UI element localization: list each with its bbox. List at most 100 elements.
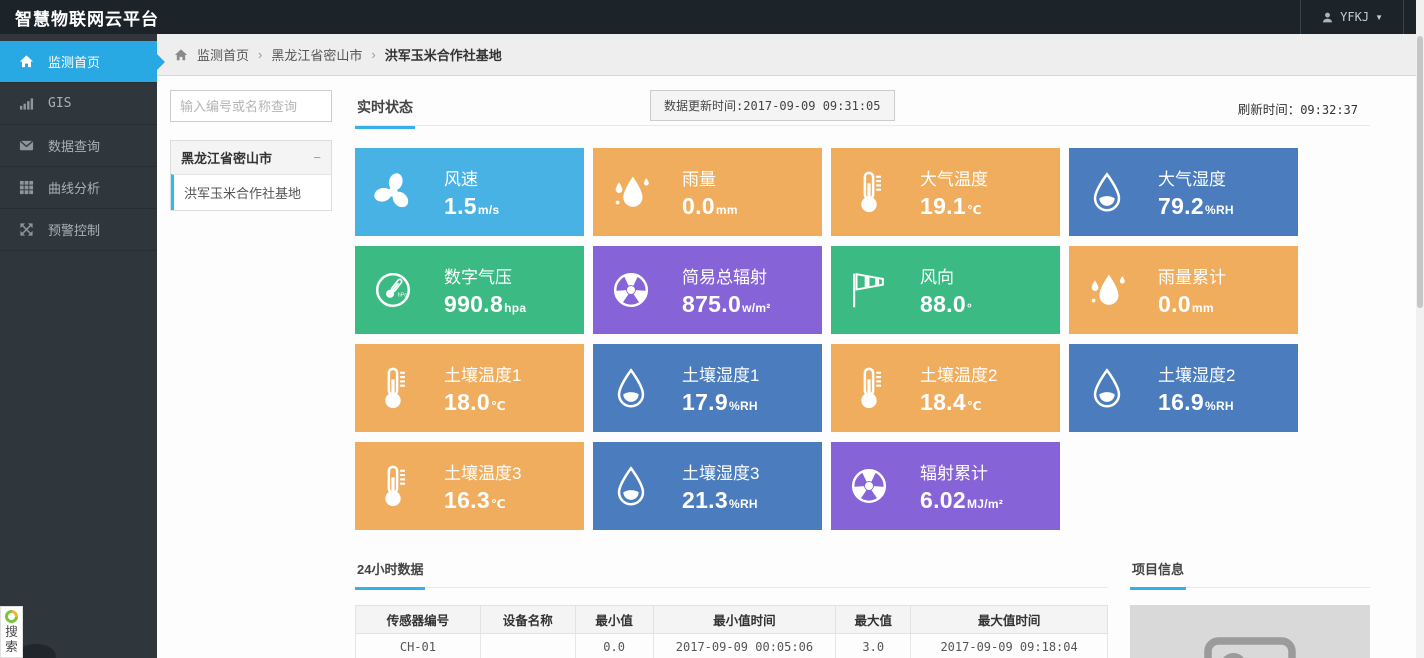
metric-name: 雨量累计	[1158, 263, 1226, 288]
radiation-icon	[608, 267, 654, 313]
search-input[interactable]	[170, 90, 332, 122]
breadcrumb-separator: ›	[371, 47, 375, 62]
metric-card-soil-temp-1: 土壤温度1 18.0℃	[355, 344, 584, 432]
cell-sensor-id: CH-01	[356, 634, 481, 658]
water-drop-icon	[1084, 365, 1130, 411]
water-drop-icon	[1084, 169, 1130, 215]
table-row: CH-01 0.0 2017-09-09 00:05:06 3.0 2017-0…	[356, 634, 1108, 658]
metric-name: 大气湿度	[1158, 165, 1234, 190]
thermometer-icon	[846, 365, 892, 411]
metric-unit: ℃	[491, 497, 506, 511]
water-drop-icon	[608, 365, 654, 411]
sogou-search-widget[interactable]: 搜索	[0, 606, 23, 658]
metric-name: 土壤湿度1	[682, 361, 759, 386]
col-min-value: 最小值	[575, 606, 653, 634]
metric-name: 土壤湿度2	[1158, 361, 1235, 386]
collapse-icon[interactable]: −	[313, 150, 321, 165]
user-name: YFKJ	[1340, 10, 1369, 24]
tab-24h-data[interactable]: 24小时数据	[355, 552, 425, 590]
home-icon	[174, 48, 188, 62]
scrollbar-thumb[interactable]	[1417, 36, 1423, 308]
metric-unit: ℃	[967, 399, 982, 413]
sidebar-item-alert-control[interactable]: 预警控制	[0, 209, 157, 251]
metric-value: 79.2	[1158, 193, 1204, 219]
sidebar-item-label: GIS	[48, 96, 71, 111]
sidebar-item-monitor-home[interactable]: 监测首页	[0, 41, 157, 83]
metric-value: 18.4	[920, 389, 966, 415]
home-icon	[19, 54, 34, 69]
breadcrumb-item-city[interactable]: 黑龙江省密山市	[271, 45, 362, 64]
metric-value: 18.0	[444, 389, 490, 415]
user-icon	[1321, 11, 1334, 24]
metric-name: 辐射累计	[920, 459, 1003, 484]
metric-unit: °	[967, 301, 972, 315]
thermometer-icon	[846, 169, 892, 215]
metric-card-wind-speed: 风速 1.5m/s	[355, 148, 584, 236]
breadcrumb-item-station: 洪军玉米合作社基地	[385, 45, 502, 64]
tree-item-station[interactable]: 洪军玉米合作社基地	[171, 174, 331, 210]
metric-card-soil-humidity-1: 土壤湿度1 17.9%RH	[593, 344, 822, 432]
metric-value: 17.9	[682, 389, 728, 415]
status-tabs: 实时状态 数据更新时间:2017-09-09 09:31:05 刷新时间：09:…	[355, 90, 1370, 126]
metric-unit: %RH	[1205, 203, 1234, 217]
cell-device-name	[480, 634, 575, 658]
sidebar-item-label: 预警控制	[48, 220, 100, 239]
metric-name: 数字气压	[444, 263, 526, 288]
col-max-time: 最大值时间	[911, 606, 1108, 634]
signal-bars-icon	[19, 96, 34, 111]
sidebar-item-label: 监测首页	[48, 52, 100, 71]
breadcrumb-item-home[interactable]: 监测首页	[197, 45, 249, 64]
metric-unit: m/s	[478, 203, 500, 217]
refresh-time-label: 刷新时间：	[1238, 103, 1301, 117]
project-info-panel: 项目信息	[1130, 552, 1370, 658]
sidebar-item-curve-analysis[interactable]: 曲线分析	[0, 167, 157, 209]
metric-card-rainfall-total: 雨量累计 0.0mm	[1069, 246, 1298, 334]
app-header: 智慧物联网云平台 YFKJ ▼	[0, 0, 1424, 34]
cell-min-time: 2017-09-09 00:05:06	[653, 634, 836, 658]
metric-cards-grid: 风速 1.5m/s 雨量 0.0mm 大气温度 19.1℃ 大气湿度 79.2%…	[355, 148, 1370, 530]
metric-card-air-humidity: 大气湿度 79.2%RH	[1069, 148, 1298, 236]
cell-min-value: 0.0	[575, 634, 653, 658]
cell-max-value: 3.0	[836, 634, 911, 658]
metric-value: 0.0	[682, 193, 715, 219]
bottom-section: 24小时数据 传感器编号 设备名称 最小值 最小值时间 最大值 最大值时间	[355, 552, 1370, 658]
tree-group-city[interactable]: 黑龙江省密山市 −	[171, 141, 331, 174]
metric-value: 875.0	[682, 291, 741, 317]
sidebar-item-data-query[interactable]: 数据查询	[0, 125, 157, 167]
sensor-24h-table: 传感器编号 设备名称 最小值 最小值时间 最大值 最大值时间 CH-01 0.	[355, 605, 1108, 658]
metric-value: 19.1	[920, 193, 966, 219]
vertical-scrollbar[interactable]	[1416, 0, 1424, 658]
pressure-gauge-icon	[370, 267, 416, 313]
metric-name: 雨量	[682, 165, 738, 190]
metric-name: 简易总辐射	[682, 263, 771, 288]
metric-value: 990.8	[444, 291, 503, 317]
metric-card-soil-temp-3: 土壤温度3 16.3℃	[355, 442, 584, 530]
sogou-search-label: 搜索	[5, 625, 19, 655]
metric-value: 88.0	[920, 291, 966, 317]
metric-card-soil-humidity-2: 土壤湿度2 16.9%RH	[1069, 344, 1298, 432]
metric-name: 土壤温度2	[920, 361, 997, 386]
metric-name: 风速	[444, 165, 499, 190]
metric-value: 16.3	[444, 487, 490, 513]
tab-project-info[interactable]: 项目信息	[1130, 552, 1186, 590]
data-update-time[interactable]: 数据更新时间:2017-09-09 09:31:05	[650, 90, 895, 121]
fan-icon	[370, 169, 416, 215]
metric-unit: hpa	[504, 301, 526, 315]
metric-unit: %RH	[729, 399, 758, 413]
tab-realtime-status[interactable]: 实时状态	[355, 90, 415, 129]
metric-name: 土壤湿度3	[682, 459, 759, 484]
metric-card-wind-direction: 风向 88.0°	[831, 246, 1060, 334]
metric-card-soil-temp-2: 土壤温度2 18.4℃	[831, 344, 1060, 432]
thermometer-icon	[370, 463, 416, 509]
table-header-row: 传感器编号 设备名称 最小值 最小值时间 最大值 最大值时间	[356, 606, 1108, 634]
metric-value: 1.5	[444, 193, 477, 219]
metric-card-soil-humidity-3: 土壤湿度3 21.3%RH	[593, 442, 822, 530]
cell-max-time: 2017-09-09 09:18:04	[911, 634, 1108, 658]
sidebar-item-gis[interactable]: GIS	[0, 83, 157, 125]
metric-unit: ℃	[967, 203, 982, 217]
col-device-name: 设备名称	[480, 606, 575, 634]
sidebar-item-label: 数据查询	[48, 136, 100, 155]
user-menu[interactable]: YFKJ ▼	[1300, 0, 1404, 34]
metric-value: 21.3	[682, 487, 728, 513]
breadcrumb-separator: ›	[258, 47, 262, 62]
